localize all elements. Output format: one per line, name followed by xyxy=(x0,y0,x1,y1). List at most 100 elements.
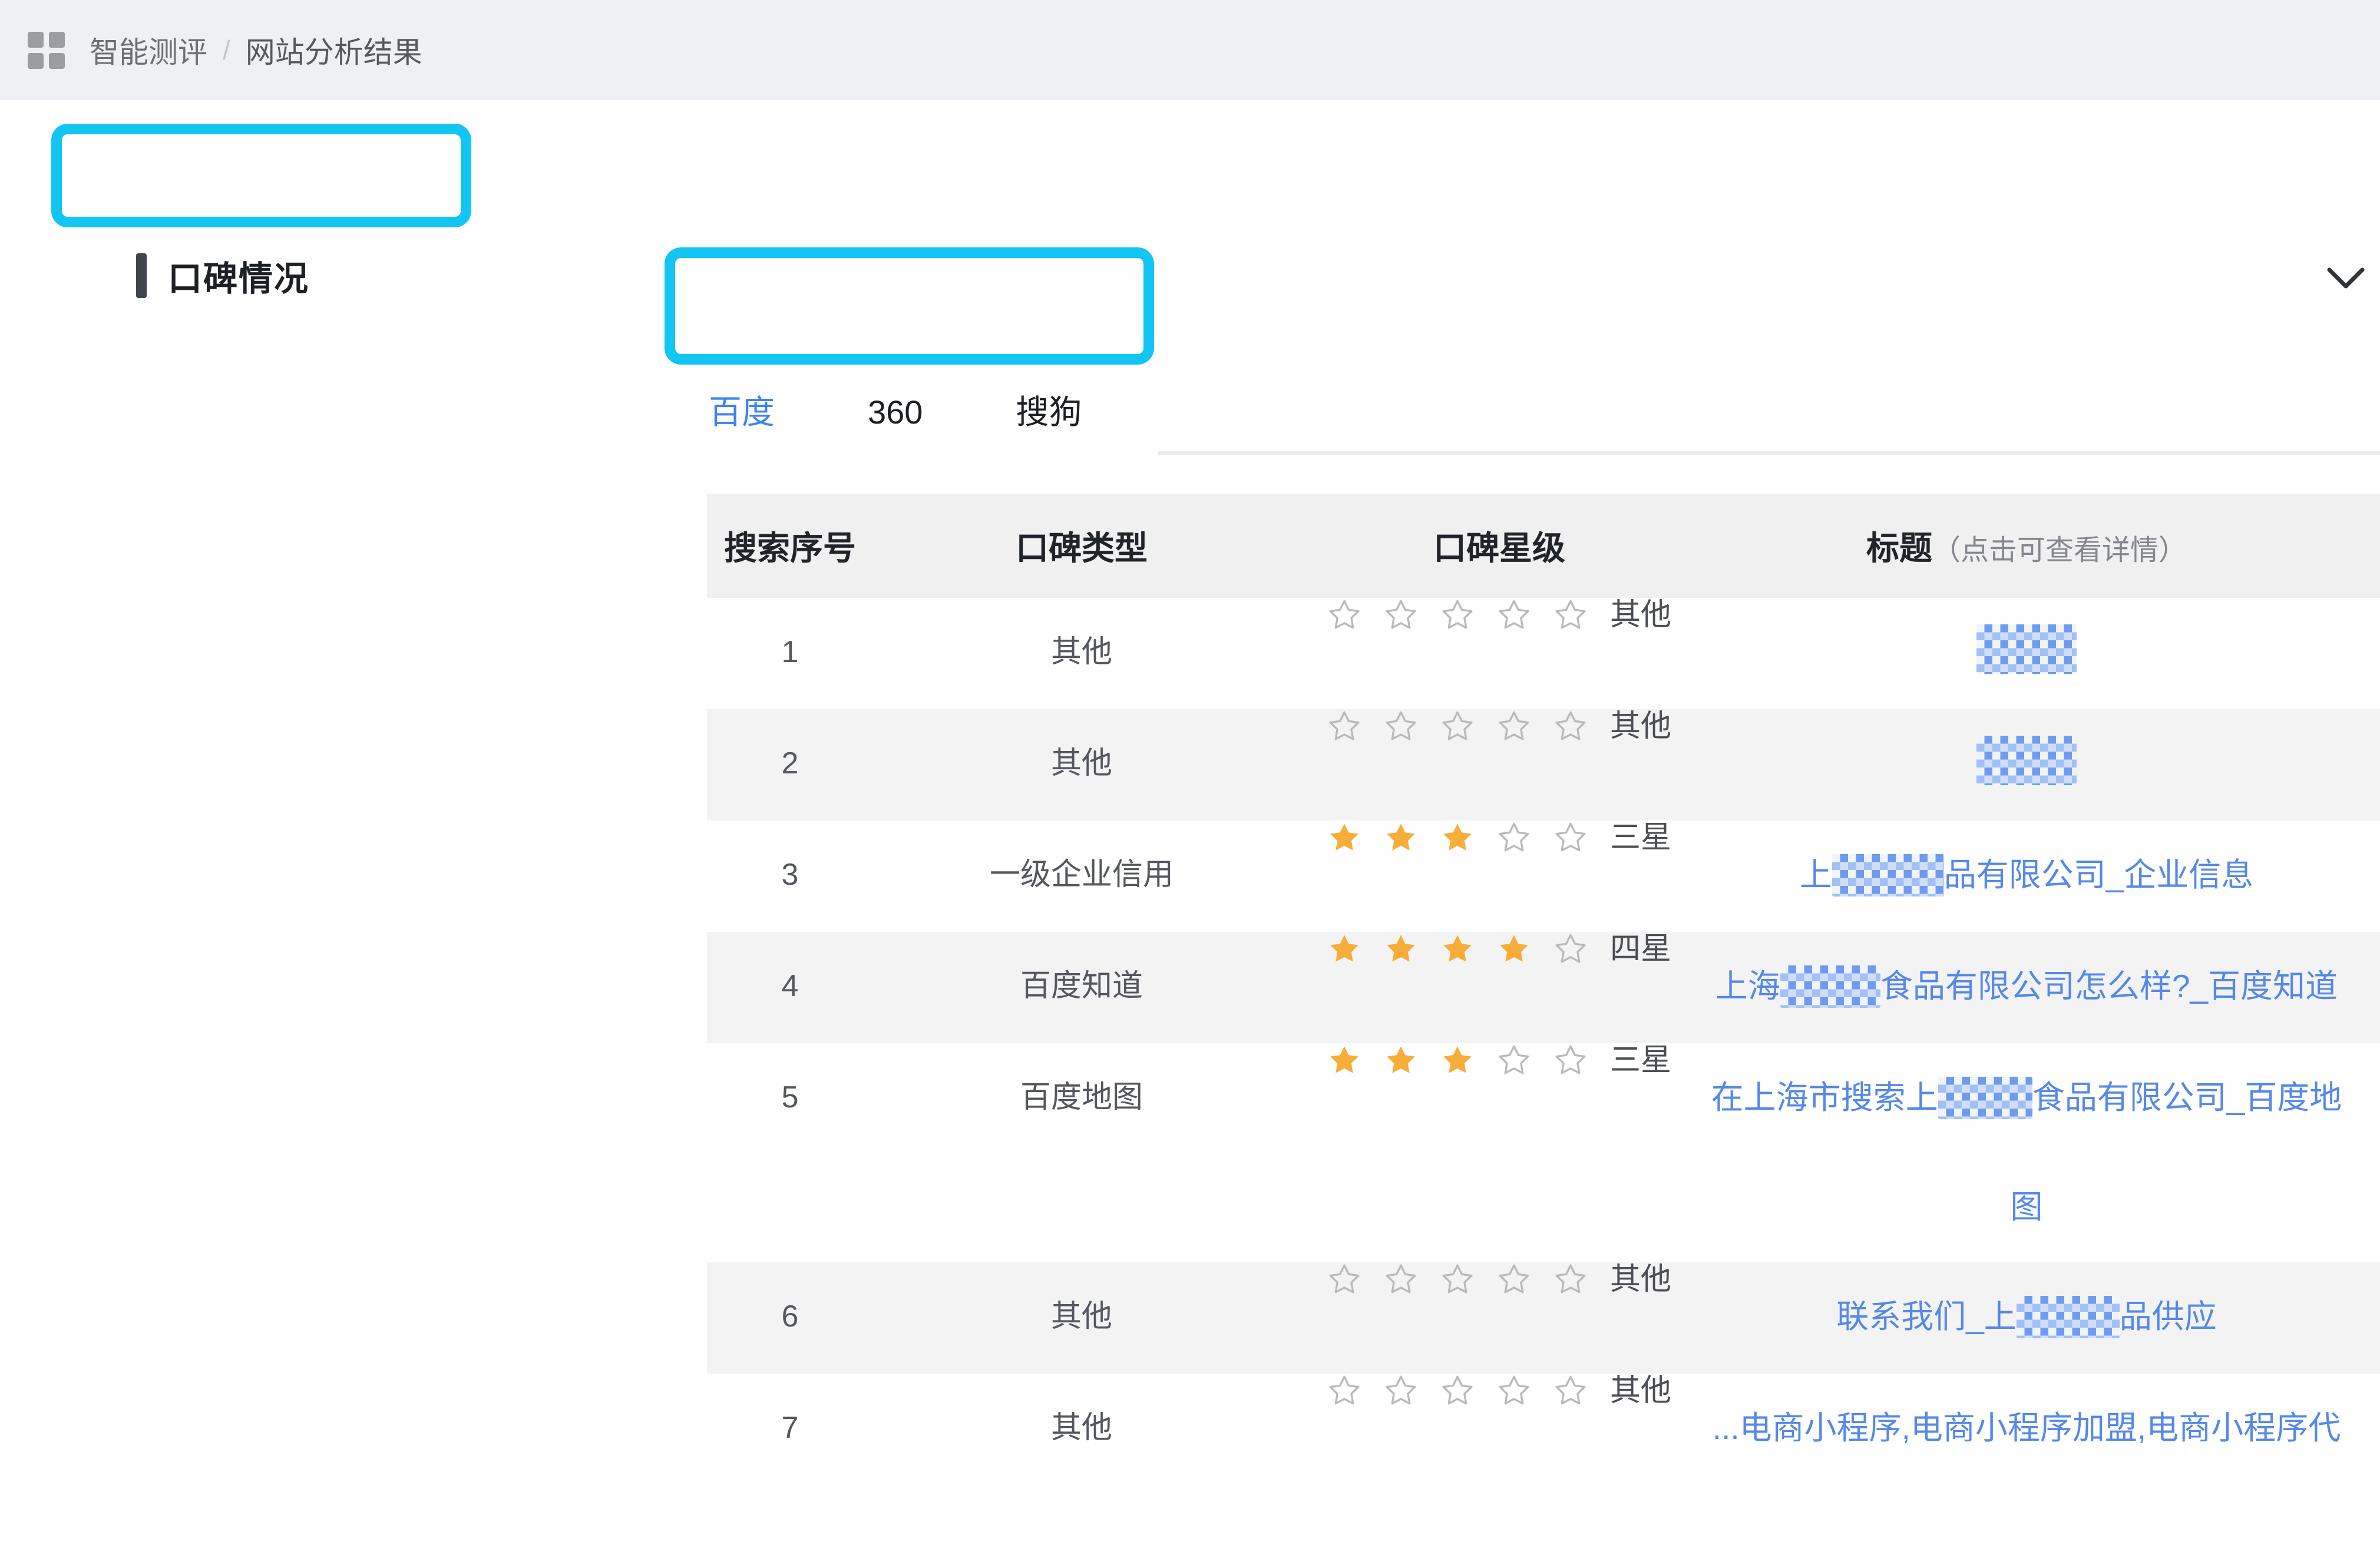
table-row: 5百度地图 三星在上海市搜索上 食品有限公司_百度地图 xyxy=(707,1043,2380,1262)
result-title-cell: 在上海市搜索上 食品有限公司_百度地图 xyxy=(1708,1043,2380,1262)
star-filled-icon xyxy=(1384,932,1418,966)
reputation-type-cell: 其他 xyxy=(873,1374,1290,1568)
result-title-link[interactable] xyxy=(1976,634,2077,670)
search-index-cell: 3 xyxy=(707,821,873,932)
star-filled-icon xyxy=(1497,932,1531,966)
search-index-cell: 1 xyxy=(707,598,873,709)
search-index-cell: 6 xyxy=(707,1262,873,1374)
star-filled-icon xyxy=(1327,1043,1361,1077)
reputation-type-cell: 其他 xyxy=(873,1262,1290,1374)
col-header-search-index: 搜索序号 xyxy=(707,494,873,598)
star-empty-icon xyxy=(1553,709,1588,743)
star-rating-cell: 其他 xyxy=(1290,598,1708,709)
star-rating-label: 三星 xyxy=(1610,1043,1671,1077)
star-rating: 其他 xyxy=(1290,1262,1708,1296)
col-header-reputation-type: 口碑类型 xyxy=(873,494,1290,598)
star-empty-icon xyxy=(1553,1262,1588,1296)
collapse-chevron-icon[interactable] xyxy=(2326,264,2366,292)
star-rating-label: 四星 xyxy=(1610,932,1671,966)
star-empty-icon xyxy=(1497,598,1531,632)
table-row: 6其他其他联系我们_上品供应 xyxy=(707,1262,2380,1374)
result-title-cell xyxy=(1708,598,2380,709)
star-empty-icon xyxy=(1440,1262,1475,1296)
table-row: 3一级企业信用 三星上 品有限公司_企业信息 xyxy=(707,821,2380,932)
star-empty-icon xyxy=(1384,1374,1418,1408)
result-title-text: 上海 xyxy=(1715,968,1780,1004)
reputation-type-cell: 百度地图 xyxy=(873,1043,1290,1262)
apps-grid-icon[interactable] xyxy=(28,32,65,69)
result-title-link[interactable]: 上 品有限公司_企业信息 xyxy=(1800,856,2254,893)
star-empty-icon xyxy=(1497,1262,1531,1296)
star-rating-cell: 三星 xyxy=(1290,821,1708,932)
table-row: 4百度知道 四星上海 食品有限公司怎么样?_百度知道 xyxy=(707,932,2380,1043)
tabs-underline xyxy=(1158,451,2380,455)
star-empty-icon xyxy=(1327,598,1361,632)
search-index-cell: 7 xyxy=(707,1374,873,1568)
reputation-table: 搜索序号 口碑类型 口碑星级 标题（点击可查看详情） 1其他其他2其他其他3一级… xyxy=(707,494,2380,1568)
result-title-text: 在上海市搜索上 xyxy=(1711,1079,1938,1116)
result-title-link[interactable]: 上海 食品有限公司怎么样?_百度知道 xyxy=(1715,968,2338,1004)
breadcrumb-section[interactable]: 智能测评 xyxy=(90,29,207,71)
star-rating-label: 其他 xyxy=(1610,1262,1671,1296)
star-rating-label: 三星 xyxy=(1610,821,1671,855)
star-empty-icon xyxy=(1384,1262,1418,1296)
star-rating-cell: 四星 xyxy=(1290,932,1708,1043)
star-filled-icon xyxy=(1384,821,1418,855)
star-rating: 三星 xyxy=(1290,821,1708,855)
reputation-type-cell: 一级企业信用 xyxy=(873,821,1290,932)
tab-360[interactable]: 360 xyxy=(868,392,923,432)
col-header-title-main: 标题 xyxy=(1866,530,1932,567)
breadcrumb-current: 网站分析结果 xyxy=(246,29,422,71)
star-empty-icon xyxy=(1497,1043,1531,1077)
star-rating: 其他 xyxy=(1290,598,1708,632)
redacted-text-mosaic xyxy=(1832,854,1944,897)
redacted-text-mosaic xyxy=(1976,736,2077,785)
table-row: 2其他其他 xyxy=(707,709,2380,821)
star-empty-icon xyxy=(1553,932,1588,966)
star-empty-icon xyxy=(1440,1374,1475,1408)
result-title-text: 上 xyxy=(1800,856,1832,893)
report-card: 口碑情况 百度360搜狗 搜索序号 口碑类型 口碑星级 标题（点击可查看详情） … xyxy=(0,100,2380,1362)
result-title-link[interactable]: 在上海市搜索上 食品有限公司_百度地图 xyxy=(1711,1079,2342,1225)
panel-title: 口碑情况 xyxy=(168,251,309,300)
star-rating-cell: 其他 xyxy=(1290,709,1708,821)
title-accent-bar xyxy=(136,253,147,298)
result-title-text: 品有限公司_企业信息 xyxy=(1944,856,2254,893)
result-title-text: 联系我们_上 xyxy=(1836,1298,2017,1335)
redacted-text-mosaic xyxy=(1938,1077,2032,1119)
search-index-cell: 4 xyxy=(707,932,873,1043)
reputation-type-cell: 其他 xyxy=(873,598,1290,709)
result-title-cell: 联系我们_上品供应 xyxy=(1708,1262,2380,1374)
col-header-title-note: （点击可查看详情） xyxy=(1932,535,2187,566)
reputation-type-cell: 百度知道 xyxy=(873,932,1290,1043)
result-title-cell: 上海 食品有限公司怎么样?_百度知道 xyxy=(1708,932,2380,1043)
tab-搜狗[interactable]: 搜狗 xyxy=(1016,392,1082,432)
star-filled-icon xyxy=(1440,821,1475,855)
star-empty-icon xyxy=(1497,821,1531,855)
result-title-text: 食品有限公司_百度地图 xyxy=(2010,1079,2342,1225)
redacted-text-mosaic xyxy=(1976,624,2077,674)
search-index-cell: 5 xyxy=(707,1043,873,1262)
tab-百度[interactable]: 百度 xyxy=(709,392,775,432)
panel-header: 口碑情况 xyxy=(136,253,309,298)
star-filled-icon xyxy=(1327,821,1361,855)
star-filled-icon xyxy=(1440,932,1475,966)
star-empty-icon xyxy=(1384,598,1418,632)
result-title-link[interactable]: ...电商小程序,电商小程序加盟,电商小程序代 xyxy=(1713,1410,2341,1446)
result-title-link[interactable] xyxy=(1976,745,2077,782)
star-rating-label: 其他 xyxy=(1610,709,1671,743)
star-empty-icon xyxy=(1553,1374,1588,1408)
star-filled-icon xyxy=(1384,1043,1418,1077)
col-header-title: 标题（点击可查看详情） xyxy=(1708,494,2380,598)
redacted-text-mosaic xyxy=(2017,1296,2120,1338)
star-empty-icon xyxy=(1497,709,1531,743)
result-title-text: 食品有限公司怎么样?_百度知道 xyxy=(1880,968,2338,1004)
star-rating-cell: 三星 xyxy=(1290,1043,1708,1262)
result-title-link[interactable]: 联系我们_上品供应 xyxy=(1836,1298,2217,1335)
star-filled-icon xyxy=(1327,932,1361,966)
star-empty-icon xyxy=(1327,1262,1361,1296)
star-rating: 其他 xyxy=(1290,1374,1708,1408)
star-empty-icon xyxy=(1440,709,1475,743)
star-empty-icon xyxy=(1553,821,1588,855)
star-rating-cell: 其他 xyxy=(1290,1262,1708,1374)
